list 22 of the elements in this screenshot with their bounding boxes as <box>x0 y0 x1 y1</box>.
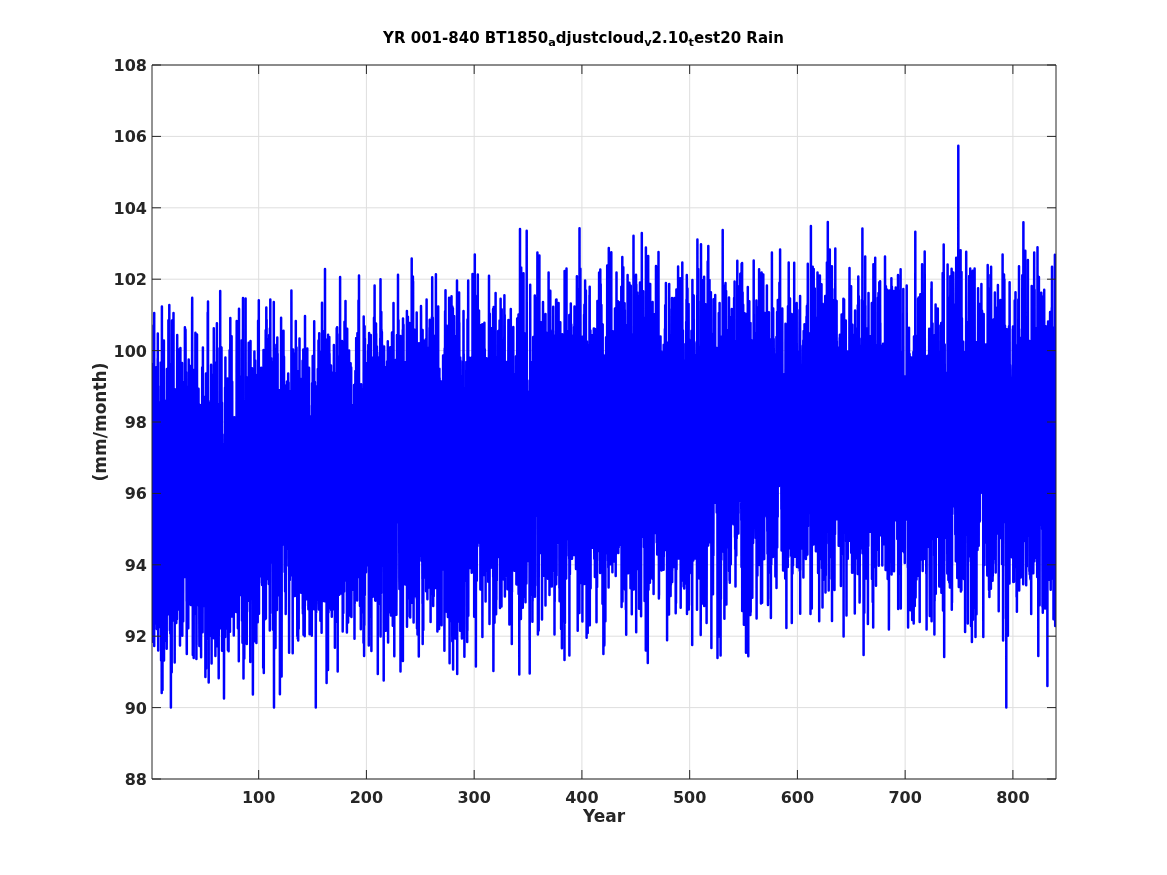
chart-title: YR 001-840 BT1850$_{a}$djustcloud$_{v}$2.10$_{t}$est20 Rain <box>382 31 785 46</box>
y-tick-label: 100 <box>113 341 147 361</box>
y-tick-label: 98 <box>124 413 147 432</box>
x-tick-label: 700 <box>888 788 922 807</box>
y-tick-label: 88 <box>124 770 147 789</box>
x-tick-label: 800 <box>996 788 1030 807</box>
x-tick-label: 300 <box>457 788 491 807</box>
y-tick-label: 106 <box>113 127 147 147</box>
x-tick-label: 200 <box>349 788 384 807</box>
y-tick-label: 104 <box>113 198 147 218</box>
y-axis-label: (mm/month) <box>90 362 110 482</box>
x-tick-label: 500 <box>672 788 707 807</box>
x-tick-label: 400 <box>565 788 599 807</box>
y-tick-label: 96 <box>124 484 147 504</box>
x-tick-label: 600 <box>780 788 815 807</box>
x-axis-label: Year <box>582 806 626 826</box>
y-tick-label: 92 <box>124 627 147 647</box>
y-tick-label: 108 <box>113 56 147 75</box>
y-tick-label: 90 <box>124 698 147 718</box>
y-tick-label: 94 <box>124 555 147 575</box>
y-tick-label: 102 <box>113 270 147 290</box>
x-tick-label: 100 <box>241 788 276 807</box>
